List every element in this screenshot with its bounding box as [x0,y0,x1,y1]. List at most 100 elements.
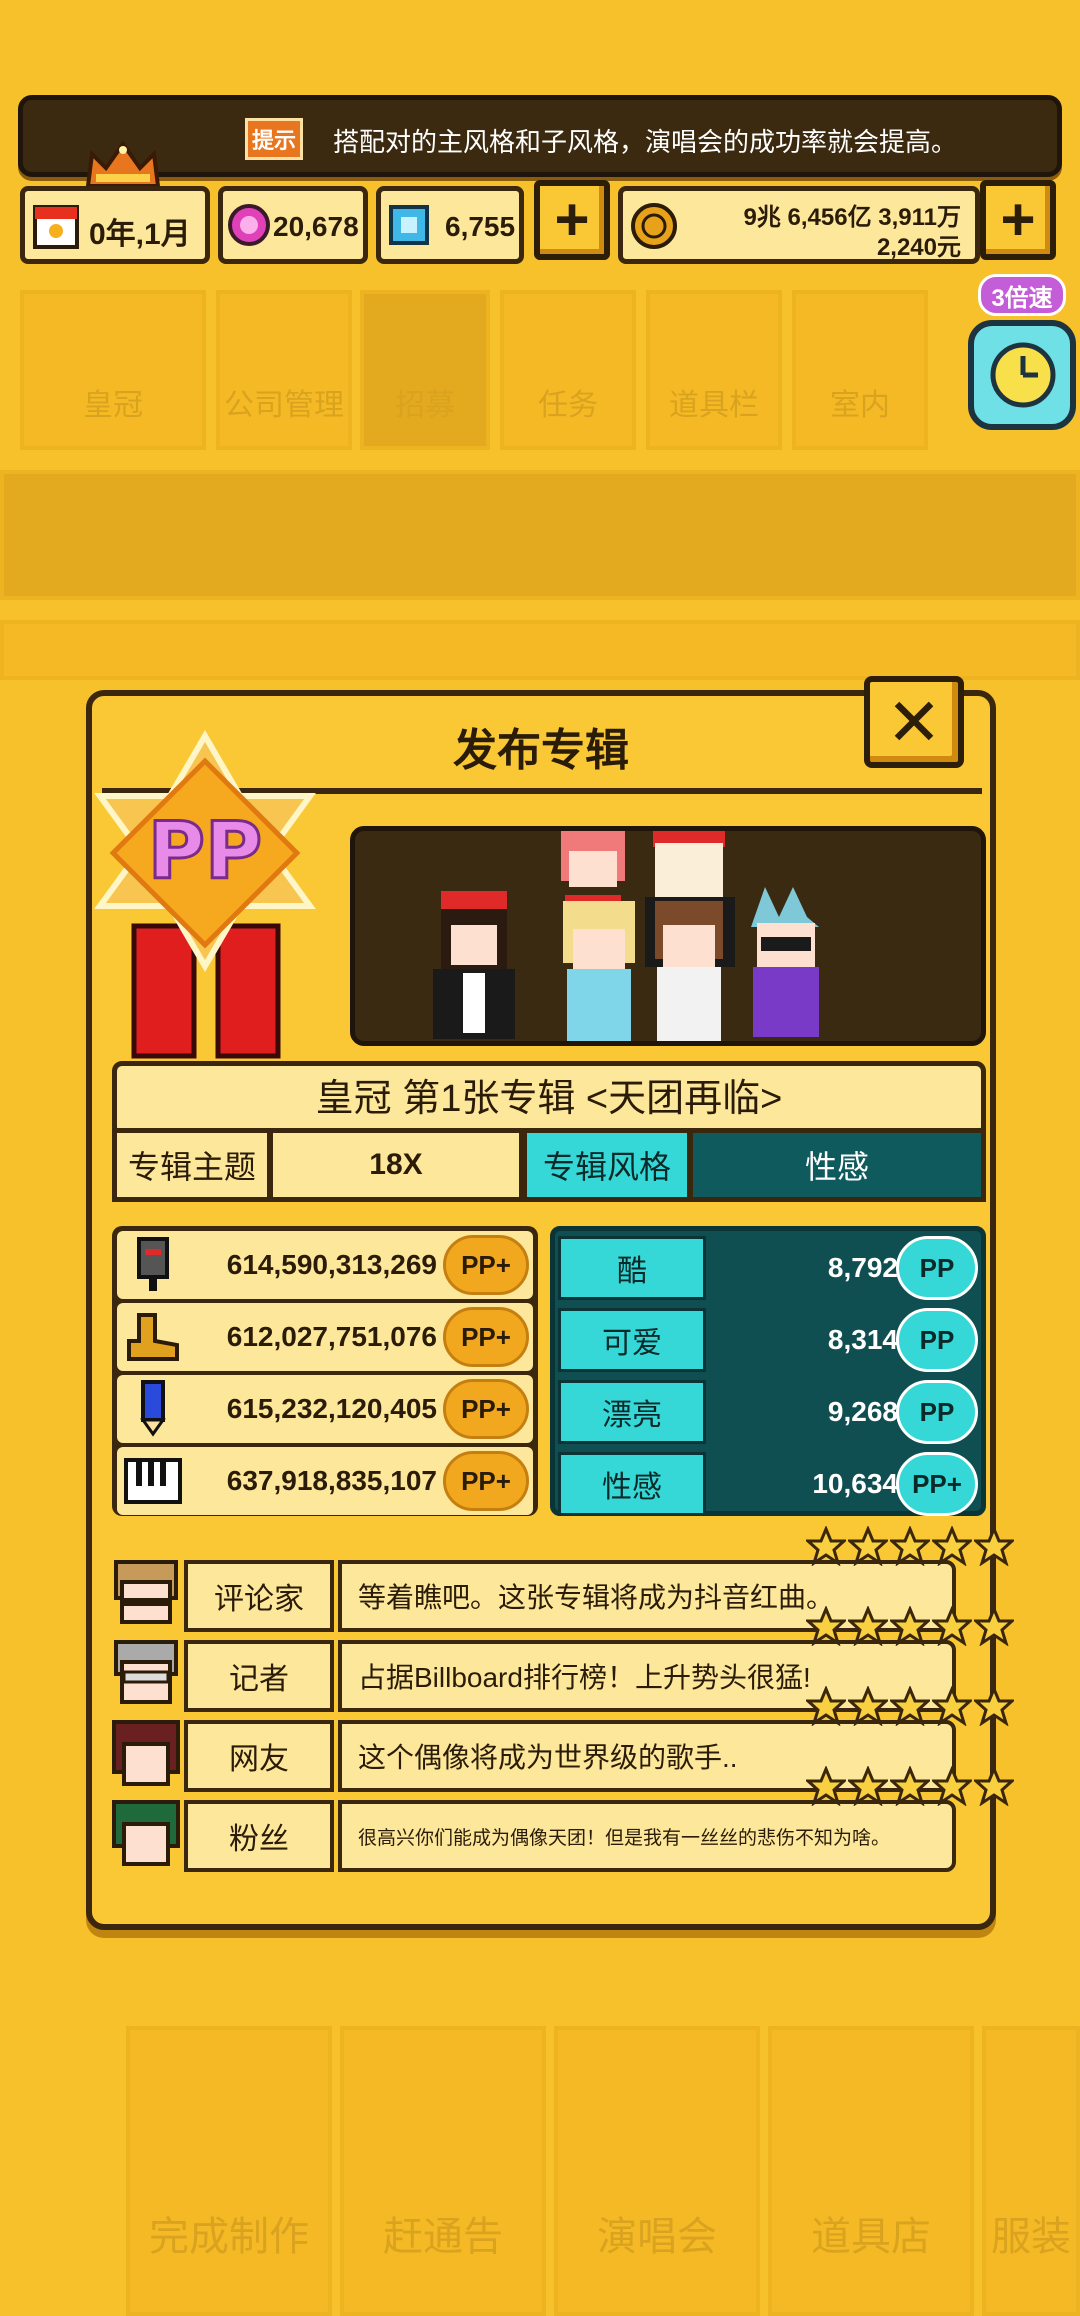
bg-menu-0: 公司管理 [216,290,352,450]
style-stats-panel: 酷 8,792 PP 可爱 8,314 PP 漂亮 9,268 PP 性感 10… [550,1226,986,1516]
close-button[interactable]: ✕ [864,676,964,768]
hint-badge: 提示 [245,118,303,160]
speed-badge[interactable]: 3倍速 [978,274,1066,316]
bg-company-name: 皇冠 [83,389,143,422]
star-icon [806,1526,846,1566]
star-icon [890,1606,930,1646]
pink-gem-panel: 20,678 [218,186,368,264]
star-icon [890,1766,930,1806]
bg-menu-label: 任务 [538,389,598,422]
pink-gem-icon [228,204,270,246]
style-score: 10,634 [812,1468,898,1499]
speed-button[interactable] [968,320,1076,430]
release-album-dialog: 发布专辑 ✕ PP 皇冠 第1张专辑 <天团再临> 专辑主题 18X 专辑风格 … [86,676,1014,1930]
bg-menu-label: 室内 [830,389,890,422]
ability-stats-panel: 614,590,313,269 PP+ 612,027,751,076 PP+ … [112,1226,538,1516]
medal-label: PP [148,807,262,897]
money-line2: 2,240元 [876,234,961,261]
review-stars [806,1686,1014,1730]
review-comment: 很高兴你们能成为偶像天团！但是我有一丝丝的悲伤不知为啥。 [338,1800,956,1872]
blue-gem-icon [389,205,429,245]
star-icon [890,1526,930,1566]
star-icon [974,1766,1014,1806]
fan-avatar [112,1800,180,1866]
bg-bottom-0: 完成制作 [126,2026,332,2316]
bg-bottom-label: 服装 [991,2215,1071,2259]
bg-banner [0,470,1080,600]
style-row: 性感 10,634 PP+ [558,1450,978,1518]
star-icon [974,1526,1014,1566]
style-name: 可爱 [558,1308,706,1372]
dance-icon [123,1307,183,1367]
ability-grade: PP+ [443,1235,529,1295]
star-icon [806,1606,846,1646]
ability-row: 612,027,751,076 PP+ [117,1303,533,1371]
theme-label: 专辑主题 [112,1128,272,1202]
style-grade: PP+ [896,1452,978,1516]
ability-value: 615,232,120,405 [226,1393,437,1424]
ability-grade: PP+ [443,1379,529,1439]
coin-icon [631,203,677,249]
bg-bottom-label: 赶通告 [383,2215,503,2259]
style-score: 8,792 [827,1252,898,1283]
idol-group-image [433,831,819,1041]
bg-menu-label: 道具栏 [669,389,759,422]
star-icon [932,1526,972,1566]
bg-menu-1: 招募 [360,290,490,450]
plus-icon: + [554,186,590,253]
pink-gem-count: 20,678 [273,211,359,242]
style-score: 8,314 [827,1324,898,1355]
vocal-icon [123,1235,183,1295]
bg-bottom-label: 道具店 [811,2215,931,2259]
bg-menu-label: 招募 [395,389,455,422]
piano-icon [123,1451,183,1511]
bg-menu-4: 室内 [792,290,928,450]
style-name: 性感 [558,1452,706,1516]
date-panel: 0年,1月 [20,186,210,264]
style-grade: PP [896,1380,978,1444]
add-gems-button[interactable]: + [534,180,610,260]
plus-icon: + [1000,186,1036,253]
style-row: 可爱 8,314 PP [558,1306,978,1374]
ability-row: 615,232,120,405 PP+ [117,1375,533,1443]
star-icon [806,1766,846,1806]
date-value: 0年,1月 [89,218,191,251]
reviewer-role: 记者 [184,1640,334,1712]
money-panel: 9兆 6,456亿 3,911万 2,240元 [618,186,980,264]
reviewer-role: 评论家 [184,1560,334,1632]
star-icon [806,1686,846,1726]
calendar-icon [33,205,79,249]
add-money-button[interactable]: + [980,180,1056,260]
close-icon: ✕ [886,685,942,759]
blue-gem-panel: 6,755 [376,186,524,264]
star-icon [974,1686,1014,1726]
star-icon [848,1766,888,1806]
bg-strip [0,620,1080,680]
review-stars [806,1606,1014,1650]
style-score: 9,268 [827,1396,898,1427]
style-row: 酷 8,792 PP [558,1234,978,1302]
star-icon [848,1686,888,1726]
ability-row: 614,590,313,269 PP+ [117,1231,533,1299]
star-icon [848,1606,888,1646]
netizen-avatar [112,1720,180,1786]
hint-bar: 提示 搭配对的主风格和子风格，演唱会的成功率就会提高。 [18,95,1062,177]
ability-grade: PP+ [443,1451,529,1511]
star-icon [848,1526,888,1566]
ability-row: 637,918,835,107 PP+ [117,1447,533,1515]
review-stars [806,1766,1014,1810]
bg-menu-label: 公司管理 [224,389,344,422]
writing-icon [123,1379,183,1439]
pp-rank-medal-icon: PP [94,730,316,1059]
style-grade: PP [896,1308,978,1372]
style-value: 性感 [688,1128,986,1202]
bg-bottom-label: 完成制作 [149,2215,309,2259]
ability-value: 614,590,313,269 [226,1249,437,1280]
review-row: 粉丝 很高兴你们能成为偶像天团！但是我有一丝丝的悲伤不知为啥。 [106,1766,1014,1874]
style-name: 漂亮 [558,1380,706,1444]
style-row: 漂亮 9,268 PP [558,1378,978,1446]
critic-avatar [114,1560,178,1624]
ability-value: 637,918,835,107 [226,1465,437,1496]
bg-bottom-2: 演唱会 [554,2026,760,2316]
bg-bottom-4: 服装 [982,2026,1080,2316]
